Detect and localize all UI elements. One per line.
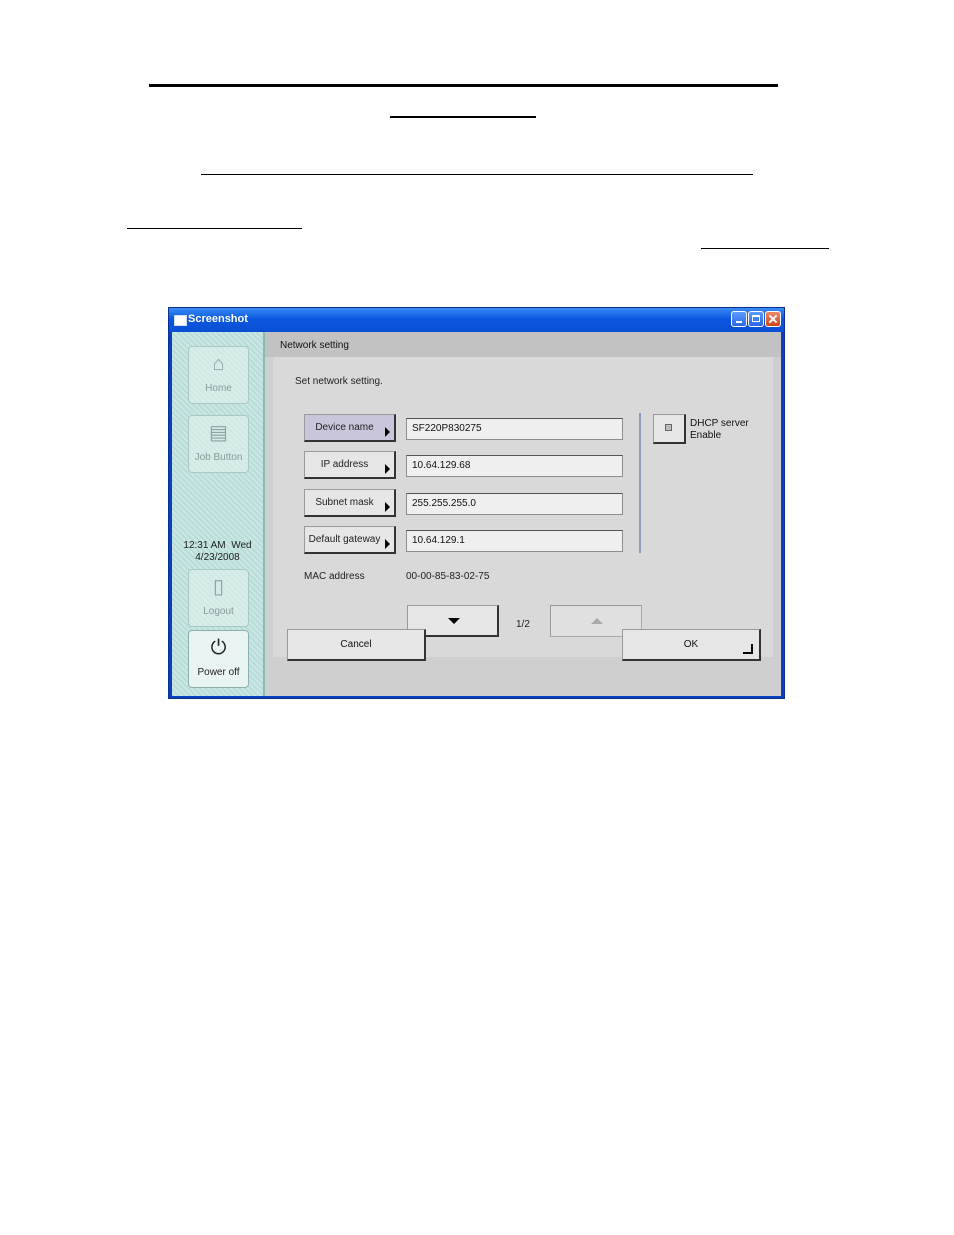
enter-icon xyxy=(743,644,753,654)
job-button-icon: ▤ xyxy=(209,422,228,444)
window-icon xyxy=(174,315,187,326)
maximize-button[interactable] xyxy=(748,311,764,327)
subnet-mask-label: Subnet mask xyxy=(315,497,374,508)
title-bar[interactable]: Screenshot xyxy=(169,308,784,332)
power-icon: ⏻ xyxy=(210,637,227,659)
power-off-label: Power off xyxy=(197,667,240,678)
minimize-button[interactable] xyxy=(731,311,747,327)
page-indicator: 1/2 xyxy=(516,619,530,630)
checkbox-indicator-icon xyxy=(665,424,672,431)
heading-rule xyxy=(149,84,778,87)
clock: 12:31 AM Wed 4/23/2008 xyxy=(172,540,263,564)
dhcp-label: DHCP server Enable xyxy=(690,418,749,442)
divider xyxy=(639,413,641,553)
heading-underline xyxy=(390,116,536,118)
ip-address-button[interactable]: IP address xyxy=(304,451,396,479)
text-underline-1 xyxy=(201,174,753,175)
clock-date: 4/23/2008 xyxy=(195,552,240,563)
prompt-text: Set network setting. xyxy=(295,376,383,387)
dhcp-label-line1: DHCP server xyxy=(690,418,749,429)
dhcp-label-line2: Enable xyxy=(690,430,722,441)
sidebar: ⌂ Home ▤ Job Button 12:31 AM Wed 4/23/20… xyxy=(172,332,265,696)
ok-label: OK xyxy=(683,639,699,650)
arrow-right-icon xyxy=(385,464,390,474)
app-window: Screenshot ⌂ Home ▤ Job Button 12:31 AM … xyxy=(168,307,785,699)
default-gateway-field[interactable]: 10.64.129.1 xyxy=(406,530,623,552)
triangle-up-icon xyxy=(591,618,603,624)
device-name-button[interactable]: Device name xyxy=(304,414,396,442)
text-underline-3 xyxy=(701,248,829,249)
page-title: Network setting xyxy=(280,340,349,351)
device-name-field[interactable]: SF220P830275 xyxy=(406,418,623,440)
job-button-label: Job Button xyxy=(194,452,243,463)
close-button[interactable] xyxy=(765,311,781,327)
arrow-right-icon xyxy=(385,539,390,549)
ip-address-label: IP address xyxy=(320,459,369,470)
ip-address-field[interactable]: 10.64.129.68 xyxy=(406,455,623,477)
subnet-mask-field[interactable]: 255.255.255.0 xyxy=(406,493,623,515)
panel-header: Network setting xyxy=(265,332,781,357)
main-panel: Network setting Set network setting. Dev… xyxy=(265,332,781,696)
text-underline-2 xyxy=(127,228,302,229)
dhcp-toggle-button[interactable] xyxy=(653,414,686,444)
window-title: Screenshot xyxy=(188,313,248,325)
default-gateway-button[interactable]: Default gateway xyxy=(304,526,396,554)
logout-icon: ▯ xyxy=(212,576,224,598)
ok-button[interactable]: OK xyxy=(622,629,761,661)
job-button[interactable]: ▤ Job Button xyxy=(188,415,249,473)
clock-time: 12:31 AM Wed xyxy=(183,540,252,551)
logout-button[interactable]: ▯ Logout xyxy=(188,569,249,627)
mac-address-value: 00-00-85-83-02-75 xyxy=(406,571,490,582)
home-icon: ⌂ xyxy=(212,353,225,375)
arrow-right-icon xyxy=(385,427,390,437)
cancel-button[interactable]: Cancel xyxy=(287,629,426,661)
triangle-down-icon xyxy=(448,618,460,624)
power-off-button[interactable]: ⏻ Power off xyxy=(188,630,249,688)
arrow-right-icon xyxy=(385,502,390,512)
default-gateway-label: Default gateway xyxy=(308,534,381,545)
subnet-mask-button[interactable]: Subnet mask xyxy=(304,489,396,517)
home-label: Home xyxy=(205,383,232,394)
home-button[interactable]: ⌂ Home xyxy=(188,346,249,404)
content-area: Set network setting. Device name SF220P8… xyxy=(273,357,773,657)
mac-address-label: MAC address xyxy=(304,571,365,582)
device-name-label: Device name xyxy=(315,422,374,433)
client-area: ⌂ Home ▤ Job Button 12:31 AM Wed 4/23/20… xyxy=(172,332,781,696)
logout-label: Logout xyxy=(203,606,234,617)
